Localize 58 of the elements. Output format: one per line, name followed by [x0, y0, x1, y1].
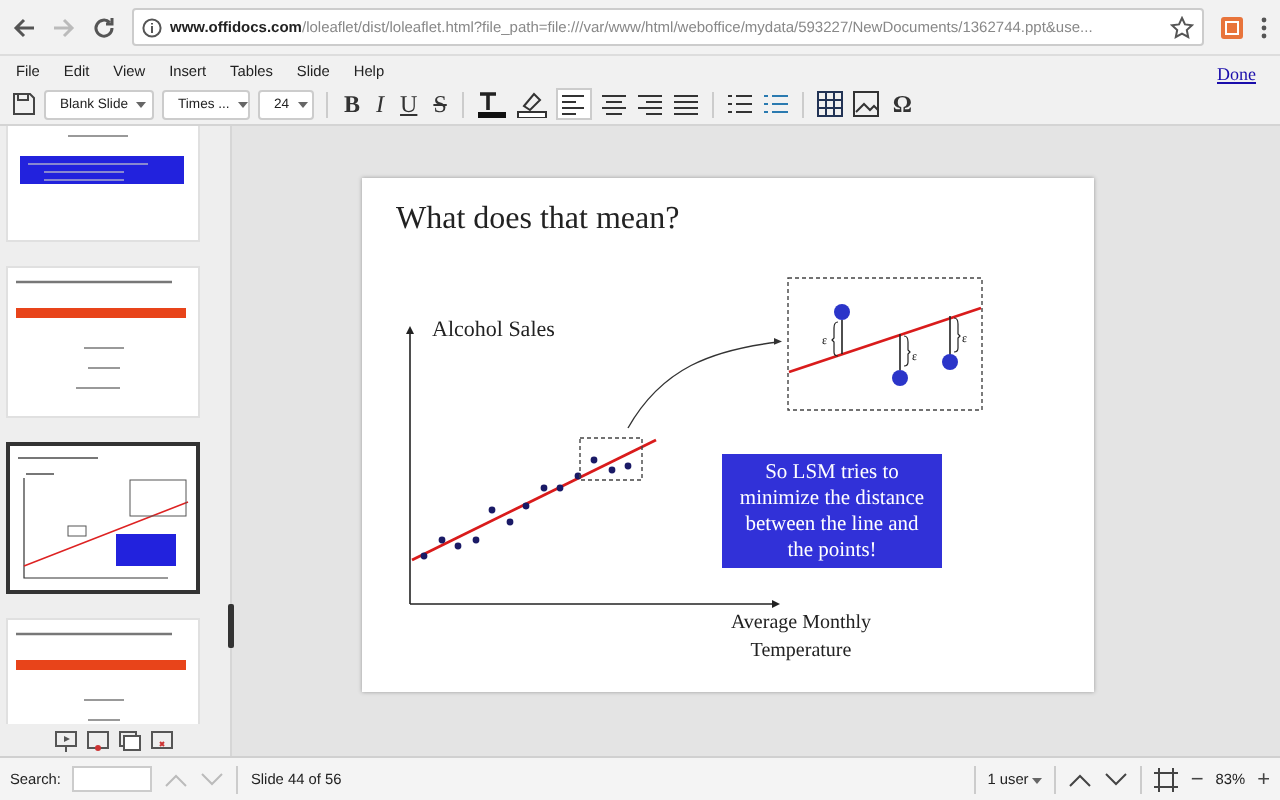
- data-point: [540, 484, 548, 492]
- done-link[interactable]: Done: [1217, 64, 1256, 84]
- axis-label: Average Monthly Temperature: [728, 610, 874, 666]
- residual-drawing: [831, 304, 961, 386]
- data-point: [522, 502, 530, 510]
- chevron-up-icon[interactable]: [1068, 771, 1093, 787]
- info-icon: [142, 17, 162, 37]
- presentation-icon[interactable]: [54, 729, 78, 751]
- data-point: [438, 536, 446, 544]
- format-button[interactable]: B: [340, 89, 365, 119]
- data-point: [608, 466, 616, 474]
- insert-slide-icon[interactable]: [86, 729, 110, 751]
- caret-icon: [1032, 778, 1043, 784]
- format-button[interactable]: U: [396, 89, 422, 119]
- zoom-out-button[interactable]: −: [1190, 767, 1204, 791]
- extension-icon[interactable]: [1220, 15, 1244, 39]
- chevron-down-icon[interactable]: [1104, 771, 1129, 787]
- axis-label: Alcohol Sales: [432, 318, 555, 342]
- save-icon[interactable]: [12, 92, 36, 116]
- callout-box: So LSM tries to minimize the distance between the line and the points!: [722, 454, 942, 568]
- align-right-icon[interactable]: [636, 90, 665, 118]
- data-point: [556, 484, 564, 492]
- data-point: [420, 552, 428, 560]
- data-point: [488, 506, 496, 514]
- zoom-in-button[interactable]: +: [1257, 767, 1270, 791]
- fit-page-icon[interactable]: [1154, 767, 1179, 791]
- bullet-list-icon[interactable]: [726, 90, 755, 118]
- caret-icon: [136, 101, 147, 107]
- caret-icon: [237, 101, 248, 107]
- highlight-icon[interactable]: [516, 90, 549, 118]
- special-character-button[interactable]: Ω: [888, 89, 916, 119]
- align-left-icon[interactable]: [556, 88, 593, 120]
- slide-thumbnail[interactable]: [6, 442, 200, 594]
- data-point: [472, 536, 480, 544]
- data-point: [454, 542, 462, 550]
- duplicate-slide-icon[interactable]: [118, 729, 142, 751]
- font-color-icon[interactable]: [476, 90, 509, 118]
- format-button[interactable]: I: [372, 89, 389, 119]
- slide-title: What does that mean?: [396, 202, 680, 238]
- highlight-box: [579, 437, 643, 481]
- back-icon[interactable]: [12, 15, 36, 39]
- more-icon[interactable]: [1260, 15, 1268, 39]
- reload-icon[interactable]: [92, 15, 116, 39]
- justify-icon[interactable]: [672, 90, 701, 118]
- data-point: [574, 472, 582, 480]
- numbered-list-icon[interactable]: [762, 90, 791, 118]
- align-center-icon[interactable]: [600, 90, 629, 118]
- data-point: [590, 456, 598, 464]
- format-button[interactable]: S: [429, 89, 451, 119]
- scrollbar-thumb[interactable]: [228, 604, 234, 648]
- caret-icon: [297, 101, 308, 107]
- image-icon[interactable]: [852, 90, 881, 118]
- delete-slide-icon[interactable]: [150, 729, 174, 751]
- search-field[interactable]: [72, 766, 153, 792]
- star-icon[interactable]: [1170, 15, 1194, 39]
- data-point: [624, 462, 632, 470]
- table-icon[interactable]: [816, 90, 845, 118]
- data-point: [506, 518, 514, 526]
